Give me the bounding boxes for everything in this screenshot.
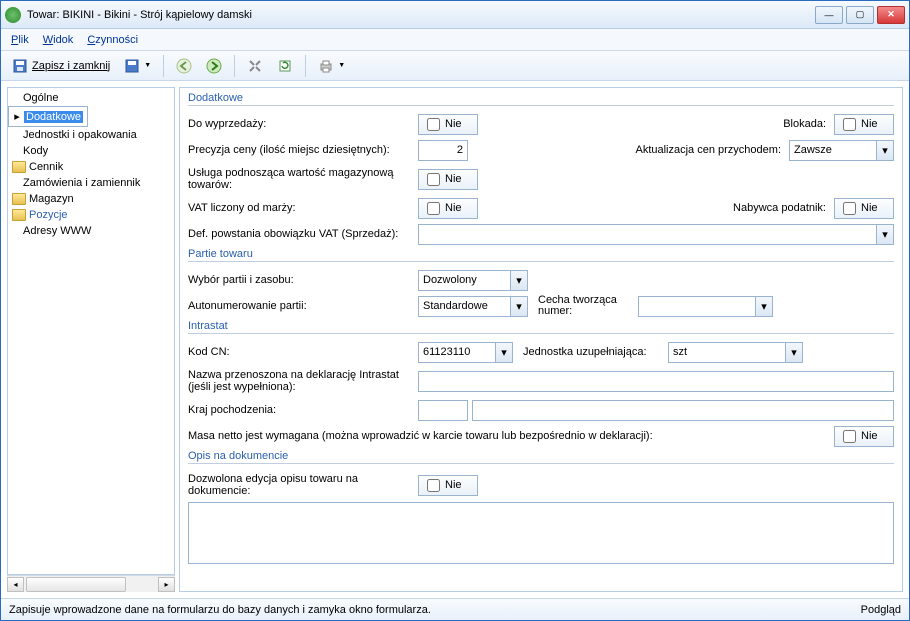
printer-icon: [318, 58, 334, 74]
input-kraj-nazwa[interactable]: [472, 400, 894, 421]
label-do-wyprzedazy: Do wyprzedaży:: [188, 118, 418, 130]
menu-czynnosci[interactable]: Czynności: [87, 34, 138, 46]
select-autonum[interactable]: Standardowe▾: [418, 296, 528, 317]
label-aktualizacja: Aktualizacja cen przychodem:: [468, 144, 789, 156]
tree-dodatkowe[interactable]: ▸Dodatkowe: [8, 106, 88, 127]
print-button[interactable]: ▼: [313, 55, 350, 77]
titlebar: Towar: BIKINI - Bikini - Strój kąpielowy…: [1, 1, 909, 29]
status-podglad[interactable]: Podgląd: [861, 604, 901, 616]
status-text: Zapisuje wprowadzone dane na formularzu …: [9, 604, 431, 616]
chevron-down-icon: ▾: [755, 297, 772, 316]
app-icon: [5, 7, 21, 23]
menubar: Plik Widok Czynności: [1, 29, 909, 51]
group-opis-title: Opis na dokumencie: [188, 450, 894, 464]
select-aktualizacja[interactable]: Zawsze▾: [789, 140, 894, 161]
tree-scrollbar[interactable]: ◂ ▸: [7, 575, 175, 592]
forward-button[interactable]: [201, 55, 227, 77]
group-dodatkowe-title: Dodatkowe: [188, 92, 894, 106]
minimize-button[interactable]: —: [815, 6, 843, 24]
arrow-right-icon: [206, 58, 222, 74]
label-masa: Masa netto jest wymagana (można wprowadz…: [188, 430, 834, 442]
label-kraj: Kraj pochodzenia:: [188, 404, 418, 416]
save-close-label: Zapisz i zamknij: [32, 60, 110, 72]
tools-button[interactable]: [242, 55, 268, 77]
folder-icon: [12, 193, 26, 205]
tree-zamowienia[interactable]: Zamówienia i zamiennik: [8, 175, 174, 191]
chk-blokada[interactable]: Nie: [834, 114, 894, 135]
label-nazwa-intra: Nazwa przenoszona na deklarację Intrasta…: [188, 369, 418, 393]
chevron-down-icon: ▾: [510, 297, 527, 316]
folder-icon: [12, 161, 26, 173]
label-vat-marza: VAT liczony od marży:: [188, 202, 418, 214]
window-title: Towar: BIKINI - Bikini - Strój kąpielowy…: [27, 9, 815, 21]
chk-dozwolona[interactable]: Nie: [418, 475, 478, 496]
statusbar: Zapisuje wprowadzone dane na formularzu …: [1, 598, 909, 620]
label-autonum: Autonumerowanie partii:: [188, 300, 418, 312]
refresh-button[interactable]: [272, 55, 298, 77]
save-icon: [12, 58, 28, 74]
back-button[interactable]: [171, 55, 197, 77]
save-as-icon: [124, 58, 140, 74]
tree-kody[interactable]: Kody: [8, 143, 174, 159]
select-jednostka[interactable]: szt▾: [668, 342, 803, 363]
group-partie-title: Partie towaru: [188, 248, 894, 262]
label-blokada: Blokada:: [478, 118, 834, 130]
input-kraj-kod[interactable]: [418, 400, 468, 421]
chevron-down-icon: ▾: [876, 141, 893, 160]
label-jednostka: Jednostka uzupełniająca:: [513, 346, 668, 358]
group-intrastat-title: Intrastat: [188, 320, 894, 334]
maximize-button[interactable]: ▢: [846, 6, 874, 24]
tools-icon: [247, 58, 263, 74]
chk-masa[interactable]: Nie: [834, 426, 894, 447]
menu-plik[interactable]: Plik: [11, 34, 29, 46]
app-window: Towar: BIKINI - Bikini - Strój kąpielowy…: [0, 0, 910, 621]
arrow-left-icon: [176, 58, 192, 74]
folder-icon: [12, 209, 26, 221]
content-panel: Dodatkowe Do wyprzedaży: Nie Blokada: Ni…: [179, 87, 903, 592]
chk-usluga[interactable]: Nie: [418, 169, 478, 190]
chevron-down-icon: ▾: [495, 343, 512, 362]
select-def-vat[interactable]: ▾: [418, 224, 894, 245]
tree-adresy[interactable]: Adresy WWW: [8, 223, 174, 239]
input-nazwa-intra[interactable]: [418, 371, 894, 392]
scroll-thumb[interactable]: [26, 577, 126, 592]
tree-jednostki[interactable]: Jednostki i opakowania: [8, 127, 174, 143]
chk-nabywca[interactable]: Nie: [834, 198, 894, 219]
scroll-right-button[interactable]: ▸: [158, 577, 175, 592]
label-usluga: Usługa podnosząca wartość magazynową tow…: [188, 167, 418, 191]
tree-cennik[interactable]: Cennik: [8, 159, 174, 175]
toolbar: Zapisz i zamknij ▼ ▼: [1, 51, 909, 81]
label-nabywca: Nabywca podatnik:: [478, 202, 834, 214]
save-dropdown-button[interactable]: ▼: [119, 55, 156, 77]
label-cecha: Cecha tworząca numer:: [528, 295, 638, 317]
nav-tree: Ogólne ▸Dodatkowe Jednostki i opakowania…: [7, 87, 175, 575]
chk-do-wyprzedazy[interactable]: Nie: [418, 114, 478, 135]
chevron-down-icon: ▾: [876, 225, 893, 244]
label-dozwolona: Dozwolona edycja opisu towaru na dokumen…: [188, 473, 418, 497]
chevron-down-icon: ▾: [785, 343, 802, 362]
select-wybor[interactable]: Dozwolony▾: [418, 270, 528, 291]
label-kodcn: Kod CN:: [188, 346, 418, 358]
tree-magazyn[interactable]: Magazyn: [8, 191, 174, 207]
label-precyzja: Precyzja ceny (ilość miejsc dziesiętnych…: [188, 144, 418, 156]
save-close-button[interactable]: Zapisz i zamknij: [7, 55, 115, 77]
chk-vat-marza[interactable]: Nie: [418, 198, 478, 219]
scroll-left-button[interactable]: ◂: [7, 577, 24, 592]
tree-ogolne[interactable]: Ogólne: [8, 90, 174, 106]
refresh-icon: [277, 58, 293, 74]
select-kodcn[interactable]: 61123110▾: [418, 342, 513, 363]
chevron-down-icon: ▾: [510, 271, 527, 290]
close-button[interactable]: ✕: [877, 6, 905, 24]
textarea-opis[interactable]: [188, 502, 894, 564]
label-def-vat: Def. powstania obowiązku VAT (Sprzedaż):: [188, 228, 418, 240]
label-wybor: Wybór partii i zasobu:: [188, 274, 418, 286]
menu-widok[interactable]: Widok: [43, 34, 74, 46]
tree-pozycje[interactable]: Pozycje: [8, 207, 174, 223]
select-cecha[interactable]: ▾: [638, 296, 773, 317]
input-precyzja[interactable]: [418, 140, 468, 161]
